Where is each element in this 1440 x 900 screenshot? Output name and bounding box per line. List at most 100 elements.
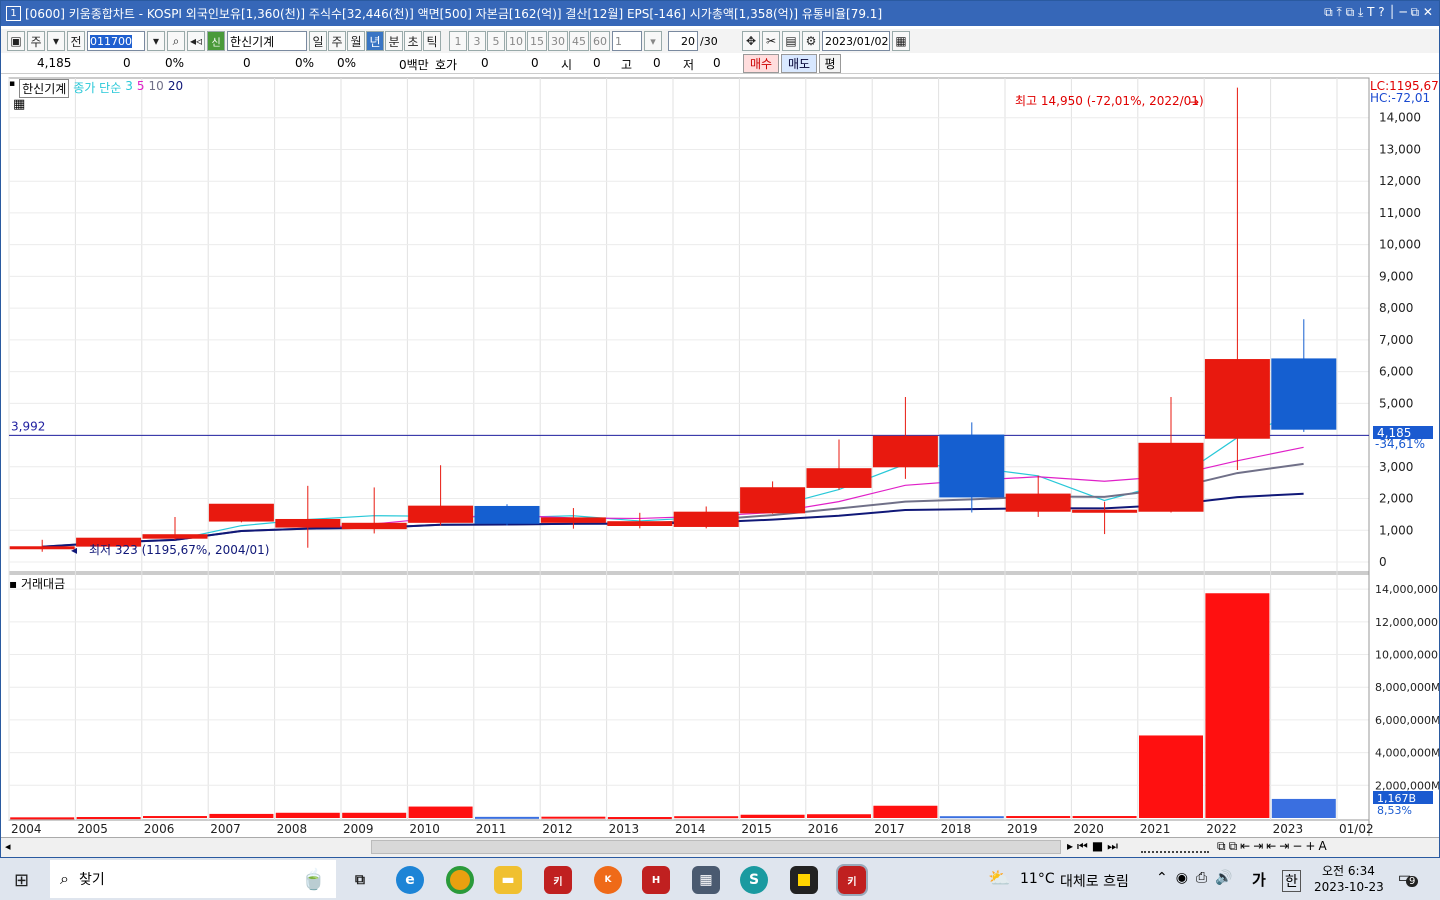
mode-select[interactable]: 주	[27, 31, 45, 51]
chrome-icon[interactable]	[446, 866, 474, 894]
volume-tick-6: 14,000,000M	[1375, 583, 1439, 596]
period-tab-1[interactable]: 주	[328, 31, 347, 51]
volume-bar-2017	[873, 805, 938, 818]
zoom-slider[interactable]	[1141, 839, 1209, 853]
chevron-down-icon[interactable]: ▾	[47, 31, 65, 51]
horizontal-scrollbar[interactable]: ◂ ▸⏮■⏭ ⧉⧉⇤⇥⇤⇥−+A	[1, 837, 1439, 857]
ime-indicator[interactable]: 가	[1252, 869, 1266, 890]
stock-code-input[interactable]: 011700	[87, 31, 145, 51]
period-tab-5[interactable]: 초	[404, 31, 423, 51]
buy-button[interactable]: 매수	[743, 54, 779, 73]
search-placeholder: 찾기	[78, 872, 105, 888]
notification-icon[interactable]: ▭ 9	[1398, 870, 1419, 887]
kiwoom-active-icon[interactable]: 키	[836, 864, 868, 896]
chart-view-icons[interactable]: ⧉⧉⇤⇥⇤⇥−+A	[1217, 839, 1330, 854]
period-tab-0[interactable]: 일	[309, 31, 328, 51]
clock-date[interactable]: 2023-10-23	[1314, 880, 1384, 894]
legend-stock-name[interactable]: 한신기계	[19, 79, 70, 98]
legend-ma20: 20	[167, 79, 184, 93]
app-s-icon[interactable]: S	[740, 866, 768, 894]
windows-start-icon[interactable]: ⊞	[14, 870, 29, 891]
scroll-thumb[interactable]	[371, 840, 1061, 854]
interval-dropdown-icon[interactable]: ▾	[644, 31, 663, 51]
current-price: 4,185	[37, 56, 72, 70]
interval-button-30[interactable]: 30	[548, 31, 569, 51]
pyeong-button[interactable]: 평	[819, 54, 841, 73]
prev-button[interactable]: 전	[67, 31, 85, 51]
save-icon[interactable]: ▤	[782, 31, 801, 51]
volume-bar-2005	[76, 817, 141, 820]
interval-button-5[interactable]: 5	[487, 31, 506, 51]
notification-count: 9	[1406, 876, 1419, 887]
file-explorer-icon[interactable]: ▬	[494, 866, 522, 894]
date-input[interactable]: 2023/01/02	[822, 31, 891, 51]
language-indicator[interactable]: 한	[1282, 870, 1301, 892]
legend-ma-label: 종가 단순	[73, 81, 122, 95]
kiwoom-icon[interactable]: 키	[544, 866, 572, 894]
taskbar-search-box[interactable]: ⌕ 찾기 🍵	[50, 860, 336, 898]
price-tick-7: 7,000	[1379, 333, 1413, 347]
candle-body-2016	[806, 468, 872, 488]
candle-body-2009	[341, 522, 407, 530]
interval-button-10[interactable]: 10	[506, 31, 527, 51]
volume-bar-2020	[1072, 816, 1137, 819]
volume-bar-2019	[1006, 816, 1071, 819]
calendar-icon[interactable]: ▦	[892, 31, 911, 51]
interval-button-60[interactable]: 60	[590, 31, 611, 51]
high-arrow-icon: →	[1189, 95, 1199, 109]
stock-name-field[interactable]: 한신기계	[227, 31, 308, 51]
sticky-notes-icon[interactable]	[790, 866, 818, 894]
kiwoom-pro-icon[interactable]: H	[642, 866, 670, 894]
custom-interval[interactable]: 1	[612, 31, 643, 51]
interval-button-15[interactable]: 15	[527, 31, 548, 51]
speaker-icon[interactable]: ◂◃	[187, 31, 206, 51]
high-annotation: 최고 14,950 (-72,01%, 2022/01)	[1015, 94, 1204, 108]
task-view-icon[interactable]: ⧉	[346, 866, 374, 894]
volume-bar-2007	[209, 813, 274, 818]
playback-controls[interactable]: ▸⏮■⏭	[1067, 839, 1122, 854]
search-icon[interactable]: ⌕	[167, 31, 185, 51]
count-input[interactable]: 20	[668, 31, 699, 51]
code-dropdown-icon[interactable]: ▾	[147, 31, 165, 51]
interval-button-45[interactable]: 45	[569, 31, 590, 51]
edge-icon[interactable]: e	[396, 866, 424, 894]
sell-button[interactable]: 매도	[781, 54, 817, 73]
price-chart[interactable]: 01,0002,0003,0004,0005,0006,0007,0008,00…	[1, 76, 1439, 838]
period-tab-4[interactable]: 분	[385, 31, 404, 51]
clock-time[interactable]: 오전 6:34	[1322, 862, 1375, 879]
grid-table-icon[interactable]: ▦	[13, 97, 25, 112]
candle-body-2018	[939, 434, 1005, 498]
legend-ma3: 3	[125, 79, 133, 93]
hoga-value-2: 0	[531, 56, 539, 70]
layout-icon[interactable]: ▣	[7, 31, 25, 51]
period-tab-3[interactable]: 년	[366, 31, 385, 51]
volume-bar-2022	[1205, 593, 1270, 818]
candle-body-2008	[275, 518, 341, 528]
trade-amount: 0백만	[399, 58, 429, 72]
kiwoom-global-icon[interactable]: K	[594, 866, 622, 894]
tray-icons[interactable]: ⌃◉⎙🔊	[1156, 870, 1241, 886]
title-buttons[interactable]: ⧉ ⤒ ⧉ ⤓ T ? │ ─ ⧉ ✕	[1324, 5, 1433, 20]
candle-body-2013	[607, 521, 673, 527]
volume-bar-2004	[10, 817, 75, 820]
x-label-6: 2010	[409, 822, 440, 836]
period-tab-6[interactable]: 틱	[423, 31, 442, 51]
calculator-icon[interactable]: ▦	[692, 866, 720, 894]
x-label-5: 2009	[343, 822, 374, 836]
price-tick-8: 8,000	[1379, 301, 1413, 315]
candle-body-2015	[740, 487, 806, 514]
interval-button-1[interactable]: 1	[449, 31, 468, 51]
interval-button-3[interactable]: 3	[468, 31, 487, 51]
price-tick-11: 11,000	[1379, 206, 1421, 220]
period-tab-2[interactable]: 월	[347, 31, 366, 51]
title-bar[interactable]: 1 [0600] 키움종합차트 - KOSPI 외국인보유[1,360(천)] …	[1, 1, 1439, 26]
scissors-icon[interactable]: ✂	[762, 31, 781, 51]
crosshair-icon[interactable]: ✥	[742, 31, 761, 51]
x-label-19: 2023	[1273, 822, 1304, 836]
volume-tick-4: 10,000,000M	[1375, 649, 1439, 662]
scroll-left-icon[interactable]: ◂	[5, 840, 11, 853]
volume-tick-2: 6,000,000M	[1375, 714, 1439, 727]
candle-body-2021	[1138, 442, 1204, 512]
gear-icon[interactable]: ⚙	[802, 31, 821, 51]
weather-icon[interactable]: ⛅	[988, 868, 1010, 889]
